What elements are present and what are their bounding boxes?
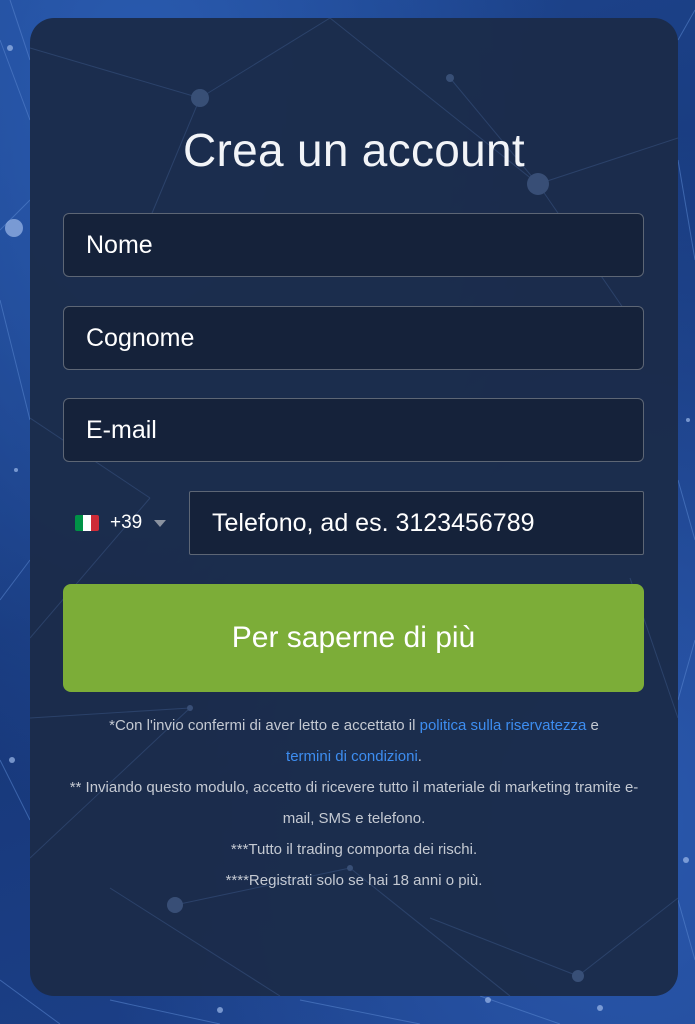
email-input[interactable] — [63, 398, 644, 462]
legal-line-age: ****Registrati solo se hai 18 anni o più… — [225, 872, 483, 889]
legal-text: e — [586, 717, 599, 734]
legal-line-privacy: *Con l'invio confermi di aver letto e ac… — [55, 710, 653, 772]
signup-card: Crea un account +39 Per saperne di più *… — [30, 18, 678, 996]
country-code-dropdown[interactable]: +39 — [75, 491, 185, 555]
dial-code: +39 — [110, 512, 143, 533]
legal-line-marketing: ** Inviando questo modulo, accetto di ri… — [69, 779, 639, 827]
first-name-input[interactable] — [63, 213, 644, 277]
chevron-down-icon — [154, 519, 167, 527]
privacy-policy-link[interactable]: politica sulla riservatezza — [420, 717, 587, 734]
legal-disclaimer: *Con l'invio confermi di aver letto e ac… — [55, 710, 653, 896]
terms-link[interactable]: termini di condizioni — [286, 748, 418, 765]
last-name-input[interactable] — [63, 306, 644, 370]
page-title: Crea un account — [182, 124, 526, 176]
legal-line-risk: ***Tutto il trading comporta dei rischi. — [230, 841, 478, 858]
legal-text: *Con l'invio confermi di aver letto e ac… — [109, 717, 420, 734]
flag-stripe-white — [83, 515, 91, 531]
submit-button[interactable]: Per saperne di più — [63, 584, 644, 692]
italy-flag-icon — [75, 515, 99, 531]
flag-stripe-red — [91, 515, 99, 531]
phone-row: +39 — [63, 491, 644, 555]
phone-input[interactable] — [189, 491, 644, 555]
legal-text: . — [417, 748, 422, 765]
flag-stripe-green — [75, 515, 83, 531]
